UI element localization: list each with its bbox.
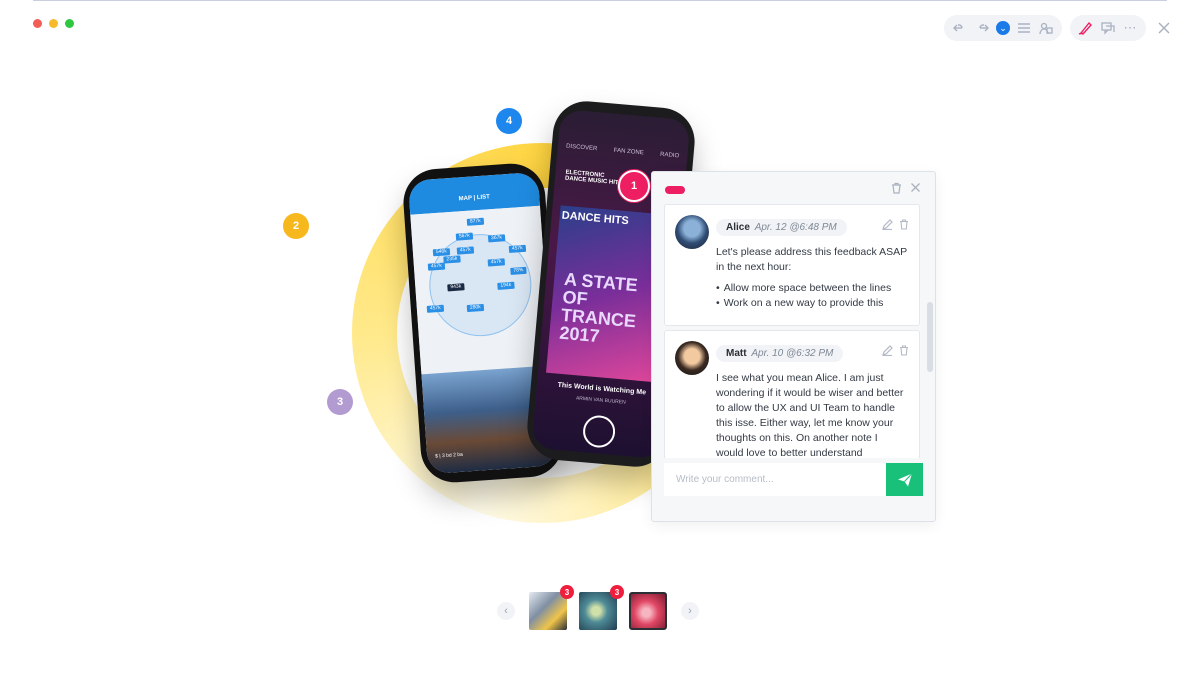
history-toolbar-group: ⌄ [944, 15, 1062, 41]
comment-author: Alice [726, 222, 750, 233]
window-top-border [33, 0, 1167, 1]
comment-item: Alice Apr. 12 @6:48 PM Let's please addr… [664, 204, 920, 326]
map-price-pin: 457k [426, 304, 444, 313]
screen-thumbnail-nav: ‹ 3 3 › [497, 585, 699, 631]
map-price-pin: 546k [432, 248, 451, 257]
top-toolbar: ⌄ ⋯ [944, 15, 1172, 41]
comment-item: Matt Apr. 10 @6:32 PM I see what you mea… [664, 330, 920, 458]
album-art-headline: A STATE OF TRANCE 2017 [558, 268, 639, 347]
station-name: ELECTRONIC DANCE MUSIC HITS [564, 169, 623, 187]
annotation-marker-4[interactable]: 4 [496, 108, 522, 134]
comment-bullets: Allow more space between the lines Work … [716, 281, 907, 311]
map-price-pin: 194k [497, 281, 515, 290]
chevron-down-icon[interactable]: ⌄ [996, 21, 1010, 35]
previous-screen-button[interactable]: ‹ [497, 602, 515, 620]
next-screen-button[interactable]: › [681, 602, 699, 620]
map-price-pin: 367k [487, 234, 506, 243]
comment-meta: Alice Apr. 12 @6:48 PM [716, 219, 847, 236]
thread-color-tag [665, 186, 685, 194]
more-icon[interactable]: ⋯ [1122, 20, 1138, 36]
edit-comment-icon[interactable] [882, 219, 893, 233]
comment-list[interactable]: Alice Apr. 12 @6:48 PM Let's please addr… [664, 204, 924, 458]
house-caption: $ | 3 bd 2 ba [434, 451, 464, 460]
comment-thread-panel: Alice Apr. 12 @6:48 PM Let's please addr… [651, 171, 936, 522]
comment-text: Let's please address this feedback ASAP … [716, 246, 907, 273]
screen-thumbnail-1[interactable]: 3 [529, 585, 574, 630]
delete-thread-icon[interactable] [891, 182, 902, 197]
map-price-pin: 457k [487, 258, 505, 267]
comment-input[interactable] [664, 463, 886, 496]
map-price-pin: 280k [466, 303, 485, 313]
thread-actions [891, 182, 921, 197]
map-price-pin: 877k [466, 217, 484, 226]
radio-app-nav: DISCOVER FAN ZONE RADIO [557, 143, 688, 168]
close-window-button[interactable] [33, 19, 42, 28]
comments-icon[interactable] [1100, 20, 1116, 36]
radio-nav-radio: RADIO [659, 151, 680, 160]
comment-date: Apr. 10 @6:32 PM [751, 348, 834, 359]
comment-author: Matt [726, 348, 747, 359]
pause-button-graphic [581, 414, 617, 449]
pen-icon[interactable] [1078, 20, 1094, 36]
annotation-toolbar-group: ⋯ [1070, 15, 1146, 41]
radio-nav-discover: DISCOVER [565, 143, 598, 153]
comment-bullet: Allow more space between the lines [716, 281, 907, 296]
comment-meta: Matt Apr. 10 @6:32 PM [716, 345, 844, 362]
comment-scrollbar[interactable] [927, 302, 933, 372]
comment-date: Apr. 12 @6:48 PM [754, 222, 837, 233]
map-price-pin: 457k [508, 244, 526, 254]
send-icon [897, 472, 912, 486]
map-price-pin: 78% [510, 266, 527, 275]
menu-icon[interactable] [1016, 20, 1032, 36]
avatar [675, 341, 709, 375]
map-view: 877k 567k 546k 457k 235k 367k 457k 457k … [410, 205, 552, 375]
send-comment-button[interactable] [886, 463, 923, 496]
close-thread-icon[interactable] [910, 182, 921, 197]
comment-count-badge: 3 [560, 585, 574, 599]
comment-text: I see what you mean Alice. I am just won… [716, 372, 904, 458]
avatar [675, 215, 709, 249]
radio-nav-fan-zone: FAN ZONE [613, 147, 644, 157]
contributors-icon[interactable] [1038, 20, 1054, 36]
comment-body: Let's please address this feedback ASAP … [716, 245, 907, 311]
annotation-marker-2[interactable]: 2 [283, 213, 309, 239]
edit-comment-icon[interactable] [882, 345, 893, 359]
map-price-pin: 457k [456, 246, 474, 255]
annotation-marker-3[interactable]: 3 [327, 389, 353, 415]
maximize-window-button[interactable] [65, 19, 74, 28]
annotation-marker-1[interactable]: 1 [618, 170, 650, 202]
redo-icon[interactable] [974, 20, 990, 36]
comment-count-badge: 3 [610, 585, 624, 599]
undo-icon[interactable] [952, 20, 968, 36]
delete-comment-icon[interactable] [899, 345, 909, 359]
minimize-window-button[interactable] [49, 19, 58, 28]
map-price-pin: 235k [443, 255, 461, 264]
screen-thumbnail-2[interactable]: 3 [579, 585, 624, 630]
delete-comment-icon[interactable] [899, 219, 909, 233]
map-price-pin: 567k [455, 232, 473, 241]
comment-actions [882, 345, 909, 359]
map-price-pin: 943k [447, 283, 465, 292]
comment-bullet: Work on a new way to provide this [716, 296, 907, 311]
traffic-lights [33, 19, 74, 28]
screen-thumbnail-3-active[interactable] [629, 592, 667, 630]
map-price-pin: 457k [427, 262, 446, 271]
close-icon[interactable] [1156, 20, 1172, 36]
comment-body: I see what you mean Alice. I am just won… [716, 371, 907, 458]
comment-actions [882, 219, 909, 233]
app-window: ⌄ ⋯ MAP | LIST 877k 567k 546k 457k 235k … [0, 0, 1200, 698]
